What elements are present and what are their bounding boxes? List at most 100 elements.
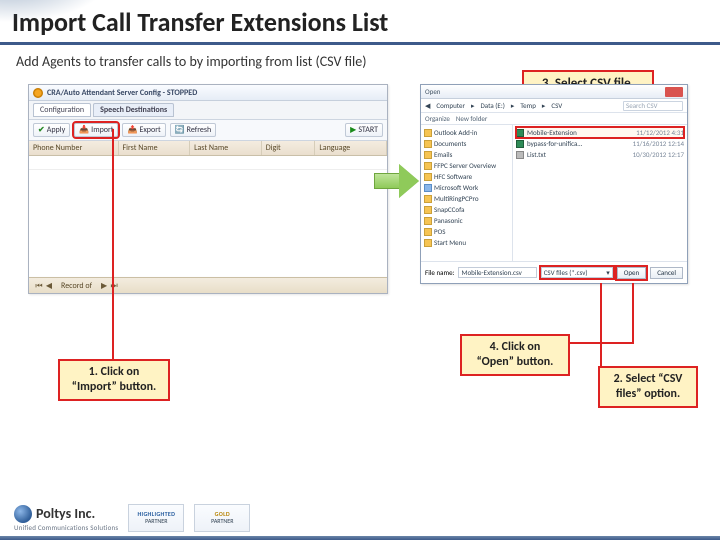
csv-icon — [516, 140, 524, 148]
file-list[interactable]: Mobile-Extension 11/12/2012 4:31 bypass-f… — [513, 125, 687, 261]
callout-2-line — [600, 283, 602, 366]
check-icon: ✔ — [38, 125, 45, 135]
col-first[interactable]: First Name — [119, 141, 191, 155]
close-icon[interactable] — [665, 87, 683, 97]
brand-tagline: Unified Communications Solutions — [14, 523, 118, 532]
globe-icon — [14, 505, 32, 523]
filetype-value: CSV files (*.csv) — [544, 268, 588, 277]
tree-item[interactable]: FFPC Server Overview — [423, 160, 510, 171]
tree-item[interactable]: SnapCCofa — [423, 204, 510, 215]
export-label: Export — [139, 125, 160, 135]
csv-icon — [516, 129, 524, 137]
folder-icon — [424, 195, 432, 203]
tree-item[interactable]: Documents — [423, 138, 510, 149]
folder-icon — [424, 239, 432, 247]
file-row[interactable]: bypass-for-unifica…11/16/2012 12:14 — [516, 138, 684, 149]
app-icon — [33, 88, 43, 98]
open-button[interactable]: Open — [617, 267, 646, 279]
crumb-temp[interactable]: Temp — [518, 101, 538, 110]
crumb-computer[interactable]: Computer — [434, 101, 467, 110]
folder-icon — [424, 140, 432, 148]
file-row[interactable]: List.txt10/30/2012 12:17 — [516, 149, 684, 160]
cancel-label: Cancel — [657, 268, 676, 277]
app-titlebar: CRA/Auto Attendant Server Config - STOPP… — [29, 85, 387, 101]
col-language[interactable]: Language — [315, 141, 387, 155]
dialog-breadcrumb[interactable]: ◀ Computer▸ Data (E:)▸ Temp▸ CSV Search … — [421, 99, 687, 113]
file-name: Mobile-Extension — [527, 127, 577, 138]
partner-badge-gold: GOLD PARTNER — [194, 504, 250, 532]
tree-label: Documents — [434, 138, 466, 149]
import-label: Import — [91, 125, 113, 135]
brand-name: Poltys Inc. — [36, 505, 95, 522]
badge-line2: PARTNER — [211, 518, 233, 525]
title-bar: Import Call Transfer Extensions List — [0, 0, 720, 45]
tree-item[interactable]: Emails — [423, 149, 510, 160]
folder-icon — [424, 206, 432, 214]
tab-speech-destinations[interactable]: Speech Destinations — [93, 103, 174, 117]
tree-label: Microsoft Work — [434, 182, 478, 193]
grid-header: Phone Number First Name Last Name Digit … — [29, 141, 387, 156]
record-nav-fwd[interactable]: ▶ ⏭ — [100, 281, 118, 291]
tree-label: Emails — [434, 149, 452, 160]
play-icon: ▶ — [350, 125, 356, 135]
tree-item[interactable]: POS — [423, 226, 510, 237]
tree-item[interactable]: HFC Software — [423, 171, 510, 182]
filename-field[interactable]: Mobile-Extension.csv — [458, 267, 536, 278]
first-icon[interactable]: ⏮ — [35, 281, 43, 291]
tree-item[interactable]: Start Menu — [423, 237, 510, 248]
refresh-button[interactable]: 🔄Refresh — [170, 123, 217, 137]
callout-step-2: 2. Select “CSV files” option. — [598, 366, 698, 408]
next-icon[interactable]: ▶ — [100, 281, 108, 291]
col-phone[interactable]: Phone Number — [29, 141, 119, 155]
tree-item[interactable]: MultiRingPCPro — [423, 193, 510, 204]
file-date: 11/12/2012 4:31 — [636, 127, 684, 138]
tree-item[interactable]: Outlook Add-in — [423, 127, 510, 138]
apply-button[interactable]: ✔Apply — [33, 123, 70, 137]
export-button[interactable]: 📤Export — [122, 123, 165, 137]
brand-logo: Poltys Inc. Unified Communications Solut… — [14, 505, 118, 532]
table-row[interactable] — [29, 156, 387, 170]
refresh-icon: 🔄 — [175, 125, 185, 135]
export-icon: 📤 — [127, 125, 137, 135]
crumb-drive[interactable]: Data (E:) — [478, 101, 506, 110]
filename-label: File name: — [425, 268, 454, 277]
newfolder-button[interactable]: New folder — [456, 114, 487, 123]
record-nav[interactable]: ⏮ ◀ — [35, 281, 53, 291]
callout-4-line-v — [632, 283, 634, 343]
refresh-label: Refresh — [187, 125, 212, 135]
col-last[interactable]: Last Name — [190, 141, 262, 155]
folder-tree[interactable]: Outlook Add-in Documents Emails FFPC Ser… — [421, 125, 513, 261]
tab-configuration[interactable]: Configuration — [33, 103, 91, 117]
file-row-selected[interactable]: Mobile-Extension 11/12/2012 4:31 — [516, 127, 684, 138]
slide-footer: Poltys Inc. Unified Communications Solut… — [14, 504, 250, 532]
open-label: Open — [624, 268, 639, 277]
cancel-button[interactable]: Cancel — [650, 267, 683, 279]
import-icon: 📥 — [79, 125, 89, 135]
flow-arrow-icon — [374, 164, 420, 198]
dialog-title: Open — [425, 87, 440, 96]
start-button[interactable]: ▶START — [345, 123, 383, 137]
col-digit[interactable]: Digit — [262, 141, 316, 155]
callout-1-line-v — [112, 129, 114, 359]
tree-item[interactable]: Panasonic — [423, 215, 510, 226]
dialog-titlebar: Open — [421, 85, 687, 99]
tree-label: POS — [434, 226, 445, 237]
dialog-body: Outlook Add-in Documents Emails FFPC Ser… — [421, 125, 687, 261]
back-icon[interactable]: ◀ — [425, 101, 430, 110]
app-tabs: Configuration Speech Destinations — [29, 101, 387, 120]
search-input[interactable]: Search CSV — [623, 101, 683, 111]
badge-line2: PARTNER — [145, 518, 167, 525]
prev-icon[interactable]: ◀ — [45, 281, 53, 291]
filetype-combo[interactable]: CSV files (*.csv)▾ — [541, 267, 613, 278]
app-title: CRA/Auto Attendant Server Config - STOPP… — [47, 88, 197, 98]
organize-button[interactable]: Organize — [425, 114, 450, 123]
txt-icon — [516, 151, 524, 159]
tree-label: HFC Software — [434, 171, 472, 182]
crumb-csv[interactable]: CSV — [549, 101, 564, 110]
tree-item[interactable]: Microsoft Work — [423, 182, 510, 193]
dialog-footer: File name: Mobile-Extension.csv CSV file… — [421, 261, 687, 283]
folder-icon — [424, 184, 432, 192]
app-window: CRA/Auto Attendant Server Config - STOPP… — [28, 84, 388, 294]
callout-4-line-h — [570, 342, 634, 344]
search-placeholder: Search CSV — [626, 101, 657, 110]
